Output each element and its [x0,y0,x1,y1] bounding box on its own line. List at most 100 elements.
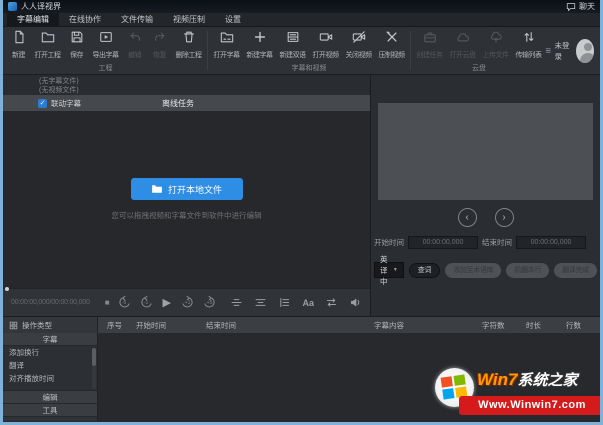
cloud-upload-icon [489,30,503,49]
menu-video-encode[interactable]: 视频压制 [163,13,215,26]
op-align-playtime[interactable]: 对齐播放时间 [3,372,97,385]
upload-file-button[interactable]: 上传文件 [479,30,512,60]
export-subtitle-button[interactable]: 导出字幕 [89,30,122,60]
toolbar-divider [410,31,411,70]
col-index: 序号 [98,320,136,331]
start-time-input[interactable]: 00:00:00,000 [408,236,478,249]
rewind-5s-button[interactable]: -5 [117,295,132,310]
forward-1s-button[interactable]: +1 [180,295,195,310]
add-term-button[interactable]: 添加至术语库 [445,263,501,278]
group-label-cloud: 云盘 [413,64,545,74]
subtitle-align-top-icon[interactable] [230,296,243,309]
watermark-url: Www.Winwin7.com [459,396,603,415]
link-subtitle-checkbox[interactable]: ✓ [38,99,47,108]
swap-time-icon[interactable] [325,296,338,309]
line-list-icon[interactable] [278,296,291,309]
prev-line-button[interactable]: ‹ [458,208,477,227]
translate-mode-select[interactable]: 英译中 ▼ [374,262,404,278]
col-line-count: 行数 [566,320,600,331]
lookup-word-button[interactable]: 查词 [409,263,440,278]
translate-mode-value: 英译中 [380,254,389,287]
user-area: 未登录 [545,27,598,74]
operation-type-label: 操作类型 [22,320,52,331]
avatar[interactable] [576,39,594,63]
playback-tools: Aa [230,296,362,309]
create-task-button[interactable]: 创建任务 [413,30,446,60]
open-local-file-button[interactable]: 打开本地文件 [131,178,243,200]
machine-translate-button[interactable]: 机翻本行 [506,263,549,278]
login-button[interactable]: 未登录 [545,40,571,62]
line-nav: ‹ › [371,208,600,227]
seek-handle[interactable] [5,287,9,291]
tab-offline-tasks[interactable]: 离线任务 [133,98,223,109]
start-time-label: 开始时间 [374,237,404,248]
watermark-title: Win7系统之家 [477,369,577,390]
new-bilingual-button[interactable]: 新建双语 [276,30,309,60]
end-time-label: 结束时间 [482,237,512,248]
delete-project-button[interactable]: 删除工程 [172,30,205,60]
op-translate[interactable]: 翻译 [3,359,97,372]
user-menu-icon [545,46,551,55]
transfer-list-button[interactable]: 传输列表 [512,30,545,60]
scrollbar[interactable] [92,348,96,389]
subtitle-editor-panel: (无字幕文件) (无视频文件) ✓ 联动字幕 离线任务 打开本地文件 您可以拖拽… [3,75,371,316]
table-header: 操作类型 序号 开始时间 结束时间 字幕内容 字符数 时长 行数 [3,316,600,333]
rewind-1s-button[interactable]: -1 [139,295,154,310]
volume-icon[interactable] [349,296,362,309]
main-content: (无字幕文件) (无视频文件) ✓ 联动字幕 离线任务 打开本地文件 您可以拖拽… [3,75,600,316]
undo-button[interactable]: 撤销 [122,30,147,60]
font-size-icon[interactable]: Aa [302,298,314,308]
time-fields: 开始时间 00:00:00,000 结束时间 00:00:00,000 [374,236,597,249]
menu-settings[interactable]: 设置 [215,13,251,26]
tools-icon [385,30,399,49]
app-icon [8,2,17,11]
menu-online-collab[interactable]: 在线协作 [59,13,111,26]
redo-icon [153,30,167,49]
menu-subtitle-edit[interactable]: 字幕编辑 [7,13,59,26]
play-button[interactable]: ▶ [163,296,171,309]
playback-bar: 00:00:00,000/00:00:00,000 ■ -5 -1 ▶ +1 [3,288,370,316]
window-title: 人人译视界 [21,1,61,12]
encode-video-button[interactable]: 压制视频 [375,30,408,60]
translate-done-button[interactable]: 翻译完成 [554,263,597,278]
open-subtitle-button[interactable]: 打开字幕 [210,30,243,60]
open-video-button[interactable]: 打开视频 [309,30,342,60]
end-time-input[interactable]: 00:00:00,000 [516,236,586,249]
chevron-down-icon: ▼ [393,267,398,273]
menubar: 字幕编辑 在线协作 文件传输 视频压制 设置 [3,13,600,27]
operation-list: 添加换行 翻译 对齐播放时间 [3,346,97,391]
redo-button[interactable]: 恢复 [147,30,172,60]
section-edit[interactable]: 编辑 [3,391,97,404]
forward-5s-button[interactable]: +5 [202,295,217,310]
file-status: (无字幕文件) (无视频文件) [3,75,370,95]
op-add-linebreak[interactable]: 添加换行 [3,346,97,359]
video-off-icon [352,30,366,49]
section-subtitle[interactable]: 字幕 [3,333,97,346]
bilingual-icon [286,30,300,49]
subtitle-folder-icon [220,30,234,49]
close-video-button[interactable]: 关闭视频 [342,30,375,60]
save-button[interactable]: 保存 [64,30,89,60]
save-icon [70,30,84,49]
open-project-button[interactable]: 打开工程 [31,30,64,60]
new-project-button[interactable]: 新建 [6,30,31,60]
section-tools[interactable]: 工具 [3,404,97,417]
chat-icon [566,2,576,12]
open-cloud-button[interactable]: 打开云盘 [446,30,479,60]
open-local-file-label: 打开本地文件 [168,183,222,196]
col-content: 字幕内容 [296,320,482,331]
editor-drop-area[interactable]: 打开本地文件 您可以拖拽视频和字幕文件到软件中进行编辑 [3,111,370,288]
chat-button[interactable]: 聊天 [566,1,595,12]
login-label: 未登录 [554,40,570,62]
new-subtitle-button[interactable]: 新建字幕 [243,30,276,60]
col-start-time: 开始时间 [136,320,206,331]
menu-file-transfer[interactable]: 文件传输 [111,13,163,26]
briefcase-icon [423,30,437,49]
subtitle-tab-bar: ✓ 联动字幕 离线任务 [3,95,370,111]
trash-icon [182,30,196,49]
subtitle-align-bottom-icon[interactable] [254,296,267,309]
no-video-file-label: (无视频文件) [39,86,370,95]
next-line-button[interactable]: › [495,208,514,227]
stop-button[interactable]: ■ [105,298,110,307]
drag-drop-hint: 您可以拖拽视频和字幕文件到软件中进行编辑 [112,210,262,221]
